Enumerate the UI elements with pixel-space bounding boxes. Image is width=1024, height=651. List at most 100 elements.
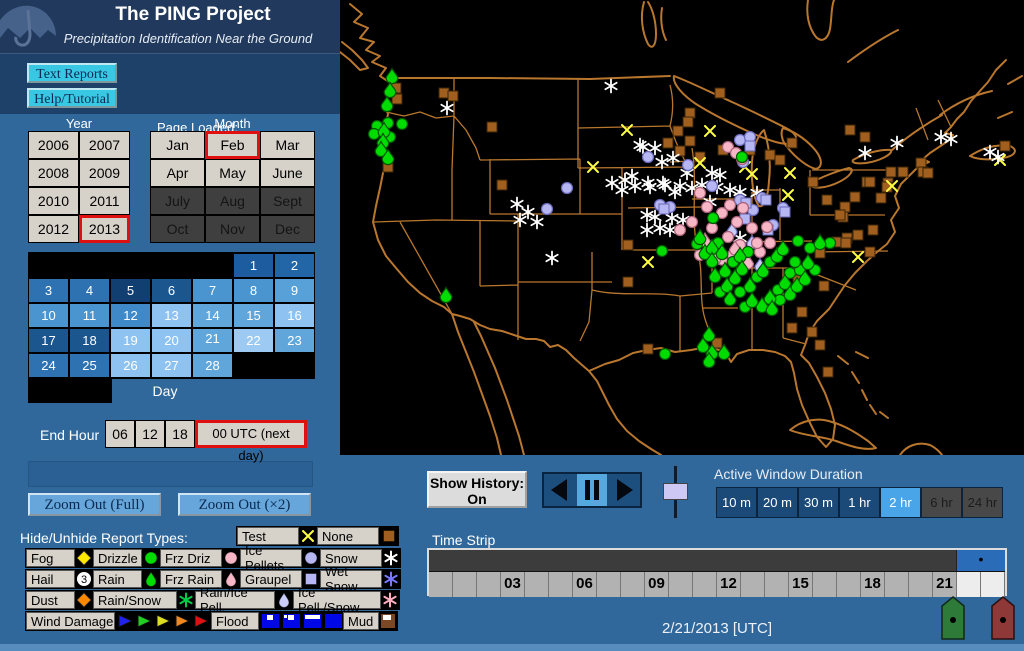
time-strip-hour-7[interactable] bbox=[597, 572, 621, 597]
marker-none[interactable] bbox=[683, 117, 693, 127]
time-strip-hour-10[interactable] bbox=[669, 572, 693, 597]
duration-button-10m[interactable]: 10 m bbox=[716, 487, 757, 518]
marker-rain[interactable] bbox=[386, 69, 398, 84]
marker-none[interactable] bbox=[1000, 141, 1010, 151]
time-strip-hour-6[interactable]: 06 bbox=[573, 572, 597, 597]
marker-snow[interactable] bbox=[634, 139, 645, 152]
month-button-Feb[interactable]: Feb bbox=[205, 131, 260, 159]
marker-snow[interactable] bbox=[656, 156, 667, 169]
marker-none[interactable] bbox=[775, 155, 785, 165]
marker-snow[interactable] bbox=[546, 252, 557, 265]
marker-test[interactable] bbox=[783, 190, 793, 200]
marker-snow[interactable] bbox=[629, 180, 640, 193]
zoom-out-full-button[interactable]: Zoom Out (Full) bbox=[28, 493, 161, 516]
marker-snow[interactable] bbox=[626, 170, 637, 183]
legend-item-wind-damage[interactable]: Wind Damage bbox=[26, 612, 115, 630]
marker-ice-pellets[interactable] bbox=[707, 181, 718, 192]
legend-item-hail[interactable]: Hail bbox=[26, 570, 75, 588]
marker-drizzle[interactable] bbox=[737, 152, 748, 163]
marker-frz-driz[interactable] bbox=[762, 222, 773, 233]
marker-graupel[interactable] bbox=[761, 195, 771, 205]
marker-frz-driz[interactable] bbox=[707, 223, 718, 234]
time-strip-hour-13[interactable] bbox=[741, 572, 765, 597]
marker-none[interactable] bbox=[715, 88, 725, 98]
marker-ice-pellets[interactable] bbox=[643, 152, 654, 163]
year-button-2013[interactable]: 2013 bbox=[79, 215, 130, 243]
marker-graupel[interactable] bbox=[659, 204, 669, 214]
marker-none[interactable] bbox=[623, 240, 633, 250]
year-button-2008[interactable]: 2008 bbox=[28, 159, 79, 187]
show-history-toggle[interactable]: Show History: On bbox=[427, 471, 527, 508]
x-icon[interactable] bbox=[299, 527, 317, 545]
marker-none[interactable] bbox=[815, 340, 825, 350]
flood-icon[interactable] bbox=[259, 612, 343, 630]
marker-test[interactable] bbox=[785, 168, 795, 178]
step-back-button[interactable] bbox=[544, 474, 575, 506]
marker-rain[interactable] bbox=[777, 241, 789, 256]
day-button-25[interactable]: 25 bbox=[69, 353, 110, 378]
day-button-4[interactable]: 4 bbox=[69, 278, 110, 303]
marker-none[interactable] bbox=[765, 150, 775, 160]
year-button-2011[interactable]: 2011 bbox=[79, 187, 130, 215]
marker-none[interactable] bbox=[673, 126, 683, 136]
day-button-23[interactable]: 23 bbox=[274, 328, 315, 353]
year-button-2007[interactable]: 2007 bbox=[79, 131, 130, 159]
marker-ice-pellets[interactable] bbox=[542, 204, 553, 215]
time-strip-hour-2[interactable] bbox=[477, 572, 501, 597]
marker-none[interactable] bbox=[643, 344, 653, 354]
marker-none[interactable] bbox=[787, 323, 797, 333]
legend-item-flood[interactable]: Flood bbox=[211, 612, 259, 630]
step-forward-button[interactable] bbox=[609, 474, 640, 506]
day-button-11[interactable]: 11 bbox=[69, 303, 110, 328]
marker-none[interactable] bbox=[860, 132, 870, 142]
end-hour-button-00utc[interactable]: 00 UTC (next day) bbox=[195, 420, 307, 448]
marker-rain[interactable] bbox=[694, 230, 706, 245]
duration-button-20m[interactable]: 20 m bbox=[757, 487, 798, 518]
ast-icon[interactable] bbox=[177, 591, 195, 609]
day-button-24[interactable]: 24 bbox=[28, 353, 69, 378]
marker-none[interactable] bbox=[797, 307, 807, 317]
legend-item-ice-pell-snow[interactable]: Ice Pell./Snow bbox=[293, 591, 381, 609]
time-strip[interactable]: • 03060912151821 bbox=[427, 548, 1007, 596]
marker-none[interactable] bbox=[841, 238, 851, 248]
marker-none[interactable] bbox=[685, 136, 695, 146]
marker-rain[interactable] bbox=[746, 293, 758, 308]
marker-none[interactable] bbox=[787, 138, 797, 148]
marker-none[interactable] bbox=[623, 277, 633, 287]
marker-none[interactable] bbox=[448, 91, 458, 101]
speed-slider-handle[interactable] bbox=[663, 483, 688, 500]
time-strip-hour-4[interactable] bbox=[525, 572, 549, 597]
duration-button-30m[interactable]: 30 m bbox=[798, 487, 839, 518]
marker-none[interactable] bbox=[865, 177, 875, 187]
hail3-icon[interactable]: 3 bbox=[75, 570, 93, 588]
day-button-28[interactable]: 28 bbox=[192, 353, 233, 378]
help-tutorial-button[interactable]: Help/Tutorial bbox=[27, 88, 117, 108]
time-strip-hour-0[interactable] bbox=[429, 572, 453, 597]
marker-none[interactable] bbox=[923, 168, 933, 178]
marker-none[interactable] bbox=[898, 167, 908, 177]
marker-snow[interactable] bbox=[441, 102, 452, 115]
end-hour-button-06[interactable]: 06 bbox=[105, 420, 135, 448]
circle-icon[interactable] bbox=[222, 549, 240, 567]
legend-item-rain-ice-pell-[interactable]: Rain/Ice Pell. bbox=[195, 591, 275, 609]
time-strip-hour-19[interactable] bbox=[885, 572, 909, 597]
day-button-16[interactable]: 16 bbox=[274, 303, 315, 328]
circle-icon[interactable] bbox=[302, 549, 320, 567]
marker-test[interactable] bbox=[853, 252, 863, 262]
marker-drizzle[interactable] bbox=[660, 349, 671, 360]
marker-none[interactable] bbox=[822, 195, 832, 205]
marker-frz-driz[interactable] bbox=[695, 188, 706, 199]
marker-drizzle[interactable] bbox=[790, 257, 801, 268]
legend-item-dust[interactable]: Dust bbox=[26, 591, 75, 609]
marker-frz-driz[interactable] bbox=[675, 225, 686, 236]
ast-icon[interactable] bbox=[382, 549, 400, 567]
end-hour-button-18[interactable]: 18 bbox=[165, 420, 195, 448]
day-button-19[interactable]: 19 bbox=[110, 328, 151, 353]
marker-none[interactable] bbox=[850, 192, 860, 202]
day-button-20[interactable]: 20 bbox=[151, 328, 192, 353]
marker-frz-driz[interactable] bbox=[752, 238, 763, 249]
marker-frz-driz[interactable] bbox=[687, 217, 698, 228]
marker-drizzle[interactable] bbox=[369, 129, 380, 140]
marker-snow[interactable] bbox=[522, 206, 533, 219]
marker-none[interactable] bbox=[853, 230, 863, 240]
